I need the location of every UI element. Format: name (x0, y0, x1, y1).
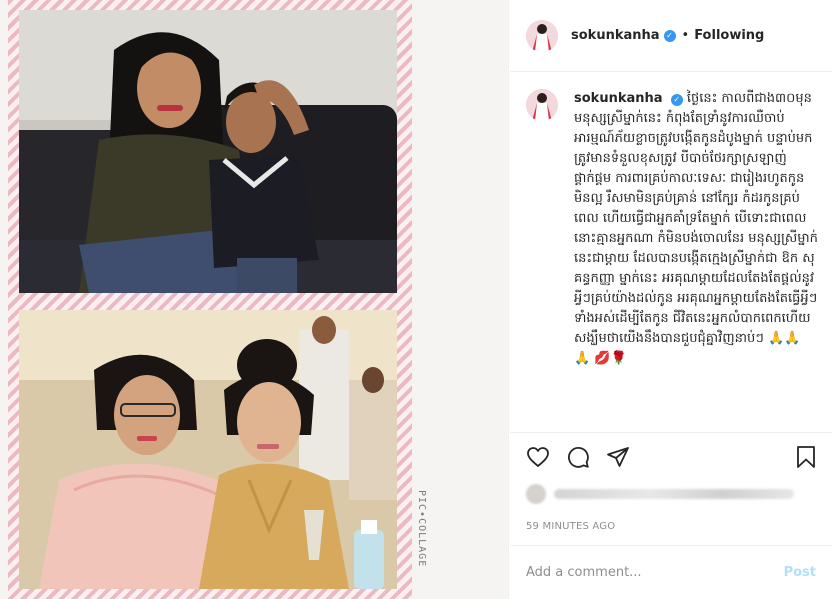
header-separator: • (681, 28, 690, 43)
author-avatar[interactable] (526, 19, 558, 52)
following-button[interactable]: Following (694, 28, 764, 43)
post-header: sokunkanha ✓ • Following (510, 0, 832, 72)
liker-avatar[interactable] (526, 484, 546, 504)
caption-body: sokunkanha ✓ ថ្ងៃនេះ កាលពីជាង៣០មុន មនុស្… (574, 89, 818, 369)
bookmark-icon[interactable] (794, 445, 818, 469)
author-username[interactable]: sokunkanha (571, 28, 660, 43)
collage-watermark: PIC•COLLAGE (416, 490, 427, 568)
verified-badge-icon: ✓ (670, 94, 683, 106)
heart-icon[interactable] (526, 445, 550, 469)
post-comment-button[interactable]: Post (784, 565, 816, 580)
post-timestamp[interactable]: 59 MINUTES AGO (526, 521, 615, 532)
post-panel: sokunkanha ✓ • Following sokunkanha ✓ ថ្… (510, 0, 832, 599)
liked-by-text-blurred (554, 489, 794, 499)
caption-username[interactable]: sokunkanha (574, 91, 663, 106)
paper-plane-icon[interactable] (606, 445, 630, 469)
liked-by-row[interactable] (526, 483, 816, 505)
caption: sokunkanha ✓ ថ្ងៃនេះ កាលពីជាង៣០មុន មនុស្… (526, 89, 818, 369)
verified-badge-icon: ✓ (663, 29, 676, 42)
collage-photo-top (19, 10, 397, 293)
comment-bubble-icon[interactable] (566, 445, 590, 469)
post-media[interactable]: PIC•COLLAGE (0, 0, 509, 599)
collage-photo-bottom (19, 310, 397, 589)
comment-input[interactable] (526, 565, 784, 580)
action-bar (510, 432, 832, 482)
caption-text: ថ្ងៃនេះ កាលពីជាង៣០មុន មនុស្សស្រីម្នាក់នេ… (574, 91, 818, 366)
add-comment-bar: Post (510, 545, 832, 599)
caption-author-avatar[interactable] (526, 89, 558, 121)
comments-area[interactable]: sokunkanha ✓ ថ្ងៃនេះ កាលពីជាង៣០មុន មនុស្… (510, 73, 832, 431)
